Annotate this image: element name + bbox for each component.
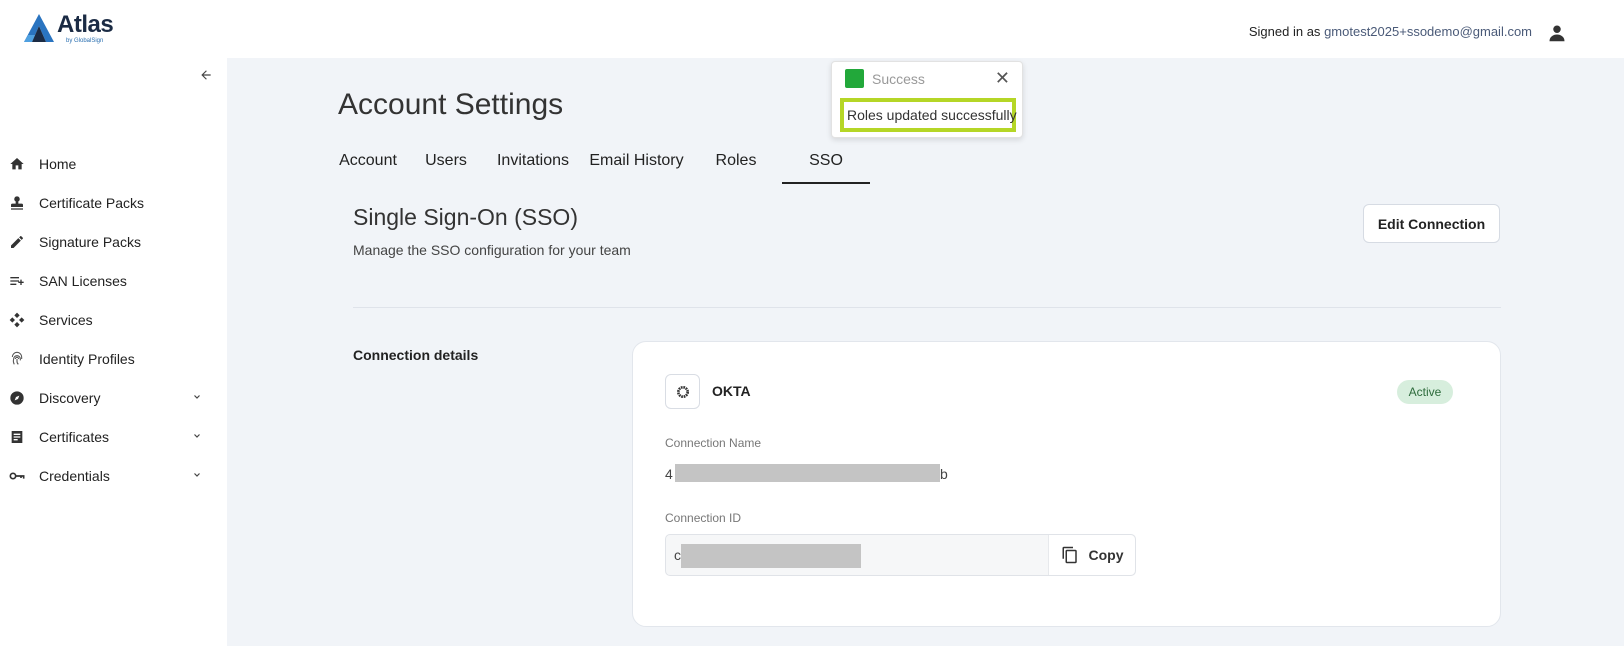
app-header: Atlas by GlobalSign Signed in as gmotest… <box>0 0 1624 58</box>
user-email: gmotest2025+ssodemo@gmail.com <box>1324 24 1532 39</box>
fingerprint-icon <box>8 350 26 368</box>
sidebar-item-label: Services <box>39 311 93 328</box>
sidebar-item-services[interactable]: Services <box>0 300 227 339</box>
connection-name-end: b <box>940 466 948 482</box>
sidebar-nav: Home Certificate Packs Signature Packs S… <box>0 144 227 495</box>
atlas-logo-icon <box>24 14 54 42</box>
user-account-icon[interactable] <box>1548 24 1566 47</box>
compass-icon <box>8 389 26 407</box>
services-icon <box>8 311 26 329</box>
sidebar-item-label: Credentials <box>39 467 110 484</box>
sidebar-item-label: Signature Packs <box>39 233 141 250</box>
chevron-down-icon[interactable] <box>191 468 203 486</box>
connection-card: OKTA Active Connection Name 4 b Connecti… <box>632 341 1501 627</box>
edit-connection-button[interactable]: Edit Connection <box>1363 204 1500 243</box>
connection-id-field[interactable]: c Copy <box>665 534 1136 576</box>
sidebar-item-identity-profiles[interactable]: Identity Profiles <box>0 339 227 378</box>
sidebar-item-signature-packs[interactable]: Signature Packs <box>0 222 227 261</box>
collapse-sidebar-icon[interactable] <box>199 68 213 87</box>
close-icon[interactable]: ✕ <box>995 68 1010 89</box>
sidebar-item-discovery[interactable]: Discovery <box>0 378 227 417</box>
settings-tabs: Account Users Invitations Email History … <box>338 146 870 184</box>
toast-title: Success <box>872 71 925 87</box>
sidebar-item-home[interactable]: Home <box>0 144 227 183</box>
sidebar-item-label: Certificates <box>39 428 110 445</box>
pen-icon <box>8 233 26 251</box>
provider-name: OKTA <box>712 383 751 399</box>
sidebar-item-credentials[interactable]: Credentials <box>0 456 227 495</box>
success-indicator-icon <box>845 69 864 88</box>
playlist-add-icon <box>8 272 26 290</box>
tab-users[interactable]: Users <box>423 146 469 184</box>
toast-message: Roles updated successfully <box>840 98 1017 132</box>
signed-in-text: Signed in as gmotest2025+ssodemo@gmail.c… <box>1249 24 1532 39</box>
tab-account[interactable]: Account <box>338 146 398 184</box>
success-toast: Success ✕ Roles updated successfully <box>831 61 1023 138</box>
connection-name-label: Connection Name <box>665 436 762 450</box>
chevron-down-icon[interactable] <box>191 429 203 447</box>
sso-section-title: Single Sign-On (SSO) <box>353 204 578 230</box>
sidebar-item-label: Certificate Packs <box>39 194 145 211</box>
tab-roles[interactable]: Roles <box>714 146 758 184</box>
sidebar-item-label: Home <box>39 155 77 172</box>
connection-id-label: Connection ID <box>665 511 742 525</box>
section-divider <box>353 307 1501 308</box>
redacted-connection-id <box>681 544 861 568</box>
sidebar-item-certificate-packs[interactable]: Certificate Packs <box>0 183 227 222</box>
status-badge: Active <box>1397 380 1453 404</box>
logo-text: Atlas <box>57 11 114 38</box>
copy-button[interactable]: Copy <box>1048 535 1135 575</box>
chevron-down-icon[interactable] <box>191 390 203 408</box>
sidebar-item-certificates[interactable]: Certificates <box>0 417 227 456</box>
sidebar-item-san-licenses[interactable]: SAN Licenses <box>0 261 227 300</box>
sso-section-subtitle: Manage the SSO configuration for your te… <box>353 242 631 258</box>
copy-icon <box>1062 546 1077 564</box>
stamp-icon <box>8 194 26 212</box>
page-title: Account Settings <box>338 88 564 121</box>
document-icon <box>8 428 26 446</box>
tab-invitations[interactable]: Invitations <box>494 146 572 184</box>
sidebar-item-label: Discovery <box>39 389 101 406</box>
home-icon <box>8 155 26 173</box>
connection-name-start: 4 <box>665 466 673 482</box>
sidebar-item-label: SAN Licenses <box>39 272 127 289</box>
connection-details-label: Connection details <box>353 347 479 363</box>
tab-email-history[interactable]: Email History <box>587 146 686 184</box>
redacted-connection-name <box>675 464 940 482</box>
main-content: Account Settings Account Users Invitatio… <box>227 58 1624 646</box>
connection-id-start: c <box>674 547 681 563</box>
sidebar: Home Certificate Packs Signature Packs S… <box>0 58 227 646</box>
tab-sso[interactable]: SSO <box>782 146 870 184</box>
key-icon <box>8 467 26 485</box>
logo-subtext: by GlobalSign <box>66 38 104 44</box>
okta-provider-icon <box>665 374 700 409</box>
atlas-logo[interactable]: Atlas by GlobalSign <box>22 11 114 44</box>
signed-in-prefix: Signed in as <box>1248 24 1321 39</box>
copy-label: Copy <box>1088 547 1124 563</box>
sidebar-item-label: Identity Profiles <box>39 350 135 367</box>
